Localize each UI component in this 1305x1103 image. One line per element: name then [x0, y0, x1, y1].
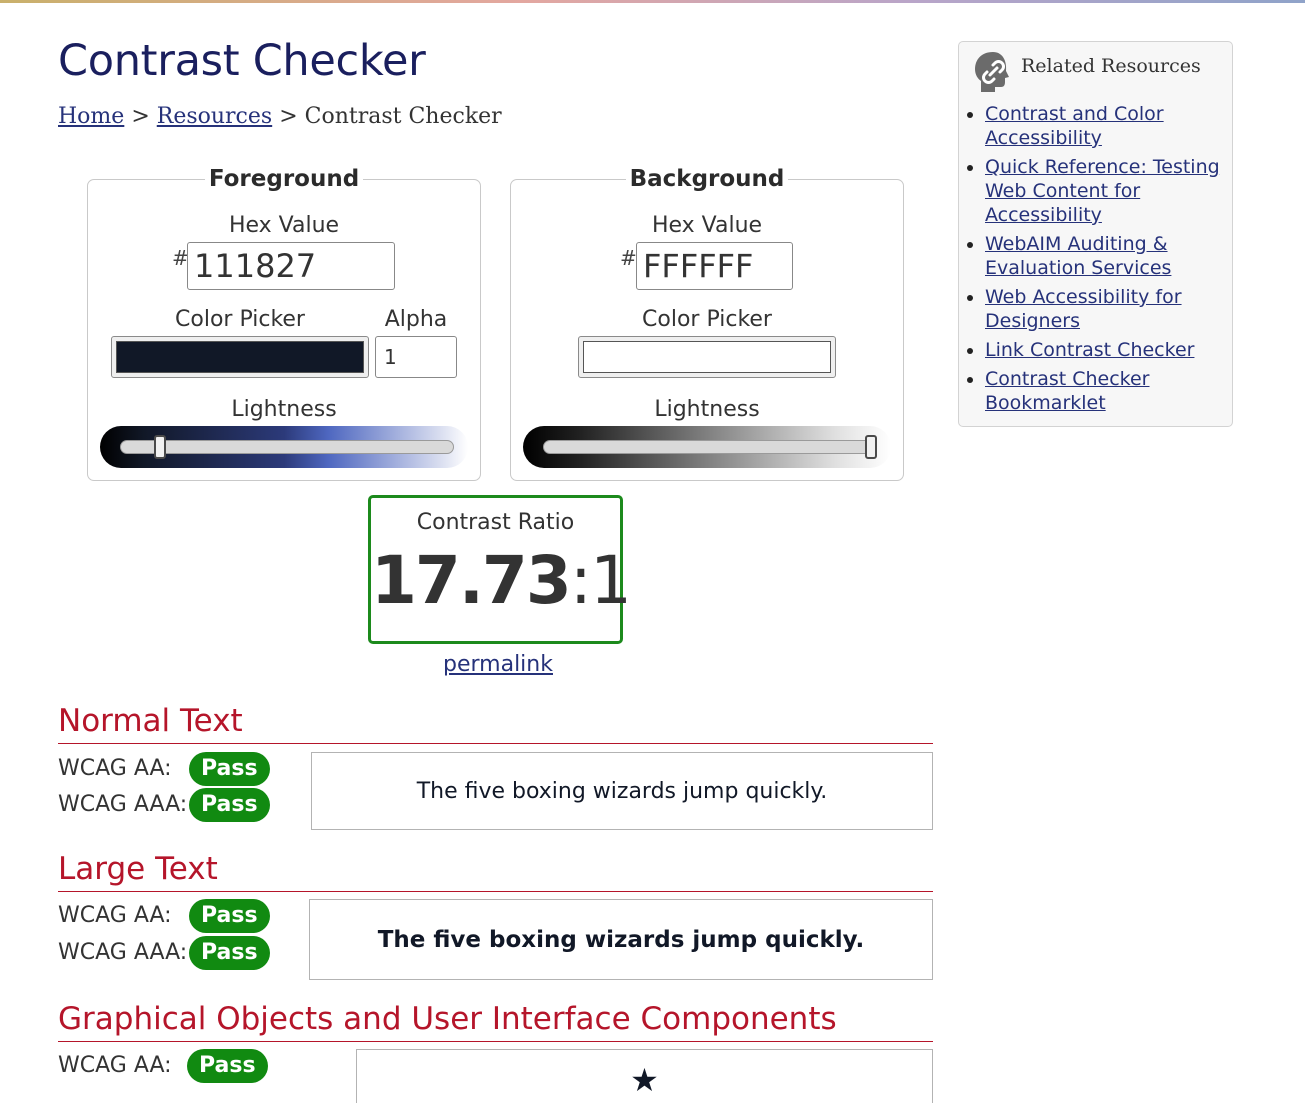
- related-resources-list: Contrast and Color Accessibility Quick R…: [959, 102, 1221, 420]
- resource-link-designers[interactable]: Web Accessibility for Designers: [985, 286, 1182, 332]
- breadcrumb: Home > Resources > Contrast Checker: [58, 104, 502, 129]
- star-icon: ★: [630, 1061, 659, 1099]
- resource-link-link-contrast-checker[interactable]: Link Contrast Checker: [985, 339, 1194, 361]
- foreground-legend: Foreground: [208, 166, 360, 192]
- normal-text-aaa-badge: Pass: [189, 788, 270, 822]
- foreground-alpha-label: Alpha: [384, 307, 448, 332]
- background-color-picker[interactable]: [578, 336, 836, 378]
- foreground-lightness-slider[interactable]: [100, 426, 468, 468]
- contrast-ratio-value: 17.73:1: [371, 542, 632, 619]
- related-resources-title: Related Resources: [1021, 55, 1201, 77]
- contrast-ratio-suffix: :1: [569, 542, 632, 619]
- resource-item: Link Contrast Checker: [985, 338, 1221, 362]
- resource-item: Quick Reference: Testing Web Content for…: [985, 155, 1221, 227]
- graphical-objects-sample: ★: [356, 1049, 933, 1103]
- large-text-sample: The five boxing wizards jump quickly.: [309, 899, 933, 980]
- normal-text-aa-badge: Pass: [189, 752, 270, 786]
- contrast-ratio-label: Contrast Ratio: [416, 510, 575, 535]
- normal-text-aaa-label: WCAG AAA:: [58, 792, 188, 817]
- graphical-objects-divider: [58, 1041, 933, 1042]
- background-hex-input[interactable]: [636, 242, 793, 290]
- background-hex-label: Hex Value: [651, 213, 763, 238]
- foreground-color-picker-label: Color Picker: [175, 307, 305, 332]
- resource-item: WebAIM Auditing & Evaluation Services: [985, 232, 1221, 280]
- resource-link-auditing-services[interactable]: WebAIM Auditing & Evaluation Services: [985, 233, 1171, 279]
- large-text-divider: [58, 891, 933, 892]
- foreground-color-picker[interactable]: [111, 336, 369, 378]
- graphical-objects-title: Graphical Objects and User Interface Com…: [58, 1001, 837, 1037]
- large-text-aa-label: WCAG AA:: [58, 903, 172, 928]
- large-text-title: Large Text: [58, 851, 218, 887]
- foreground-lightness-track: [120, 440, 454, 454]
- normal-text-divider: [58, 743, 933, 744]
- background-lightness-track: [543, 440, 877, 454]
- top-accent-bar: [0, 0, 1305, 3]
- normal-text-aa-label: WCAG AA:: [58, 756, 172, 781]
- large-text-aaa-label: WCAG AAA:: [58, 940, 188, 965]
- foreground-color-swatch: [116, 341, 364, 373]
- foreground-hex-label: Hex Value: [228, 213, 340, 238]
- permalink-link[interactable]: permalink: [443, 652, 553, 677]
- normal-text-sample: The five boxing wizards jump quickly.: [311, 752, 933, 830]
- foreground-lightness-thumb[interactable]: [154, 435, 167, 459]
- contrast-ratio-number: 17.73: [371, 542, 572, 619]
- normal-text-title: Normal Text: [58, 703, 243, 739]
- background-lightness-label: Lightness: [654, 397, 760, 422]
- graphical-objects-aa-badge: Pass: [187, 1049, 268, 1083]
- resource-link-bookmarklet[interactable]: Contrast Checker Bookmarklet: [985, 368, 1150, 414]
- page-title: Contrast Checker: [58, 36, 426, 86]
- background-lightness-thumb[interactable]: [865, 435, 877, 459]
- resource-link-contrast-color[interactable]: Contrast and Color Accessibility: [985, 103, 1164, 149]
- resource-item: Web Accessibility for Designers: [985, 285, 1221, 333]
- large-text-aaa-badge: Pass: [189, 936, 270, 970]
- background-hash: #: [620, 246, 637, 270]
- foreground-hex-input[interactable]: [187, 242, 395, 290]
- foreground-alpha-input[interactable]: [375, 336, 457, 378]
- foreground-lightness-label: Lightness: [231, 397, 337, 422]
- resource-link-quick-reference[interactable]: Quick Reference: Testing Web Content for…: [985, 156, 1220, 226]
- background-legend: Background: [629, 166, 785, 192]
- large-text-aa-badge: Pass: [189, 899, 270, 933]
- background-color-swatch: [583, 341, 831, 373]
- breadcrumb-current: Contrast Checker: [304, 104, 502, 129]
- related-resources-sidebar: Related Resources Contrast and Color Acc…: [958, 41, 1233, 427]
- graphical-objects-aa-label: WCAG AA:: [58, 1053, 172, 1078]
- background-lightness-slider[interactable]: [523, 426, 891, 468]
- breadcrumb-separator: >: [131, 104, 150, 129]
- resource-item: Contrast Checker Bookmarklet: [985, 367, 1221, 415]
- link-head-icon: [975, 52, 1009, 92]
- background-color-picker-label: Color Picker: [642, 307, 772, 332]
- contrast-ratio-box: Contrast Ratio 17.73:1: [368, 495, 632, 644]
- breadcrumb-home-link[interactable]: Home: [58, 104, 124, 129]
- breadcrumb-resources-link[interactable]: Resources: [157, 104, 272, 129]
- breadcrumb-separator: >: [279, 104, 298, 129]
- resource-item: Contrast and Color Accessibility: [985, 102, 1221, 150]
